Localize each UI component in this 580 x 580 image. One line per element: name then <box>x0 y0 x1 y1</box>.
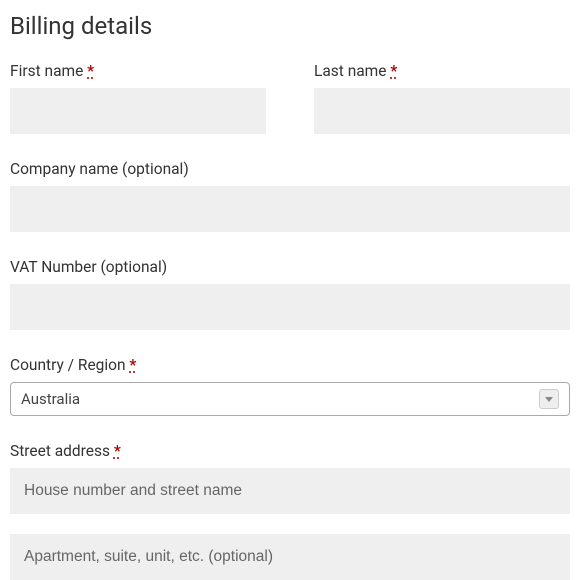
last-name-label: Last name * <box>314 62 570 80</box>
country-select-value: Australia <box>21 390 539 408</box>
country-label: Country / Region * <box>10 356 570 374</box>
street-field: Street address * <box>10 442 570 514</box>
vat-label: VAT Number (optional) <box>10 258 570 276</box>
billing-heading: Billing details <box>10 12 570 40</box>
first-name-field: First name * <box>10 62 266 134</box>
last-name-label-text: Last name <box>314 62 387 80</box>
first-name-label-text: First name <box>10 62 83 80</box>
name-row: First name * Last name * <box>10 62 570 134</box>
company-input[interactable] <box>10 186 570 232</box>
street-label-text: Street address <box>10 442 110 460</box>
required-asterisk: * <box>129 356 136 374</box>
country-label-text: Country / Region <box>10 356 126 374</box>
country-select[interactable]: Australia <box>10 382 570 416</box>
country-field: Country / Region * Australia <box>10 356 570 416</box>
first-name-label: First name * <box>10 62 266 80</box>
street-address-2-input[interactable] <box>10 534 570 580</box>
last-name-input[interactable] <box>314 88 570 134</box>
street-field-2 <box>10 534 570 580</box>
street-address-1-input[interactable] <box>10 468 570 514</box>
street-label: Street address * <box>10 442 570 460</box>
vat-field: VAT Number (optional) <box>10 258 570 330</box>
chevron-down-icon <box>539 389 559 409</box>
required-asterisk: * <box>114 442 121 460</box>
vat-input[interactable] <box>10 284 570 330</box>
last-name-field: Last name * <box>314 62 570 134</box>
company-label: Company name (optional) <box>10 160 570 178</box>
first-name-input[interactable] <box>10 88 266 134</box>
company-field: Company name (optional) <box>10 160 570 232</box>
required-asterisk: * <box>390 62 397 80</box>
required-asterisk: * <box>87 62 94 80</box>
